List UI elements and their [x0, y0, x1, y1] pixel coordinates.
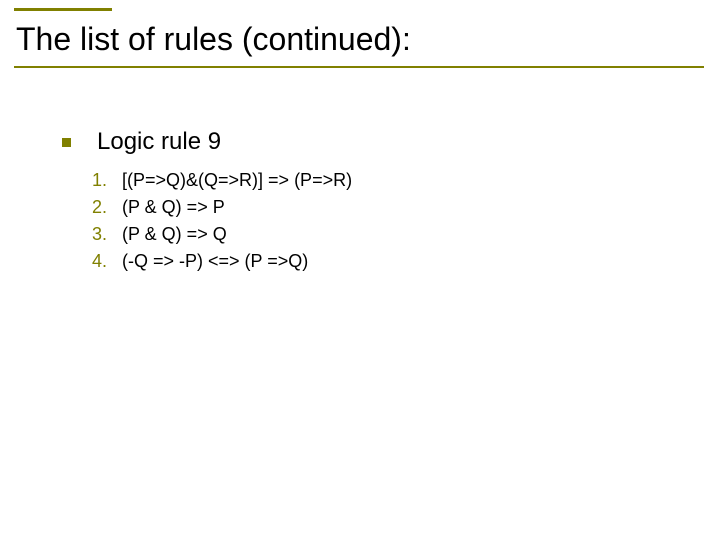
bullet-label: Logic rule 9 [97, 128, 221, 156]
list-item-text: (P & Q) => P [122, 197, 225, 218]
numbered-list: 1. [(P=>Q)&(Q=>R)] => (P=>R) 2. (P & Q) … [92, 170, 352, 278]
title-block: The list of rules (continued): [14, 8, 704, 68]
title-bottom-rule [14, 66, 704, 68]
list-item-text: (P & Q) => Q [122, 224, 227, 245]
slide: The list of rules (continued): Logic rul… [0, 0, 720, 540]
bullet-row: Logic rule 9 [62, 128, 221, 156]
list-item-number: 2. [92, 197, 122, 218]
list-item-number: 4. [92, 251, 122, 272]
slide-title: The list of rules (continued): [16, 21, 704, 58]
square-bullet-icon [62, 138, 71, 147]
list-item-text: [(P=>Q)&(Q=>R)] => (P=>R) [122, 170, 352, 191]
list-item-number: 3. [92, 224, 122, 245]
list-item: 2. (P & Q) => P [92, 197, 352, 218]
list-item: 4. (-Q => -P) <=> (P =>Q) [92, 251, 352, 272]
title-top-rule [14, 8, 112, 11]
list-item-text: (-Q => -P) <=> (P =>Q) [122, 251, 308, 272]
list-item: 1. [(P=>Q)&(Q=>R)] => (P=>R) [92, 170, 352, 191]
list-item: 3. (P & Q) => Q [92, 224, 352, 245]
list-item-number: 1. [92, 170, 122, 191]
